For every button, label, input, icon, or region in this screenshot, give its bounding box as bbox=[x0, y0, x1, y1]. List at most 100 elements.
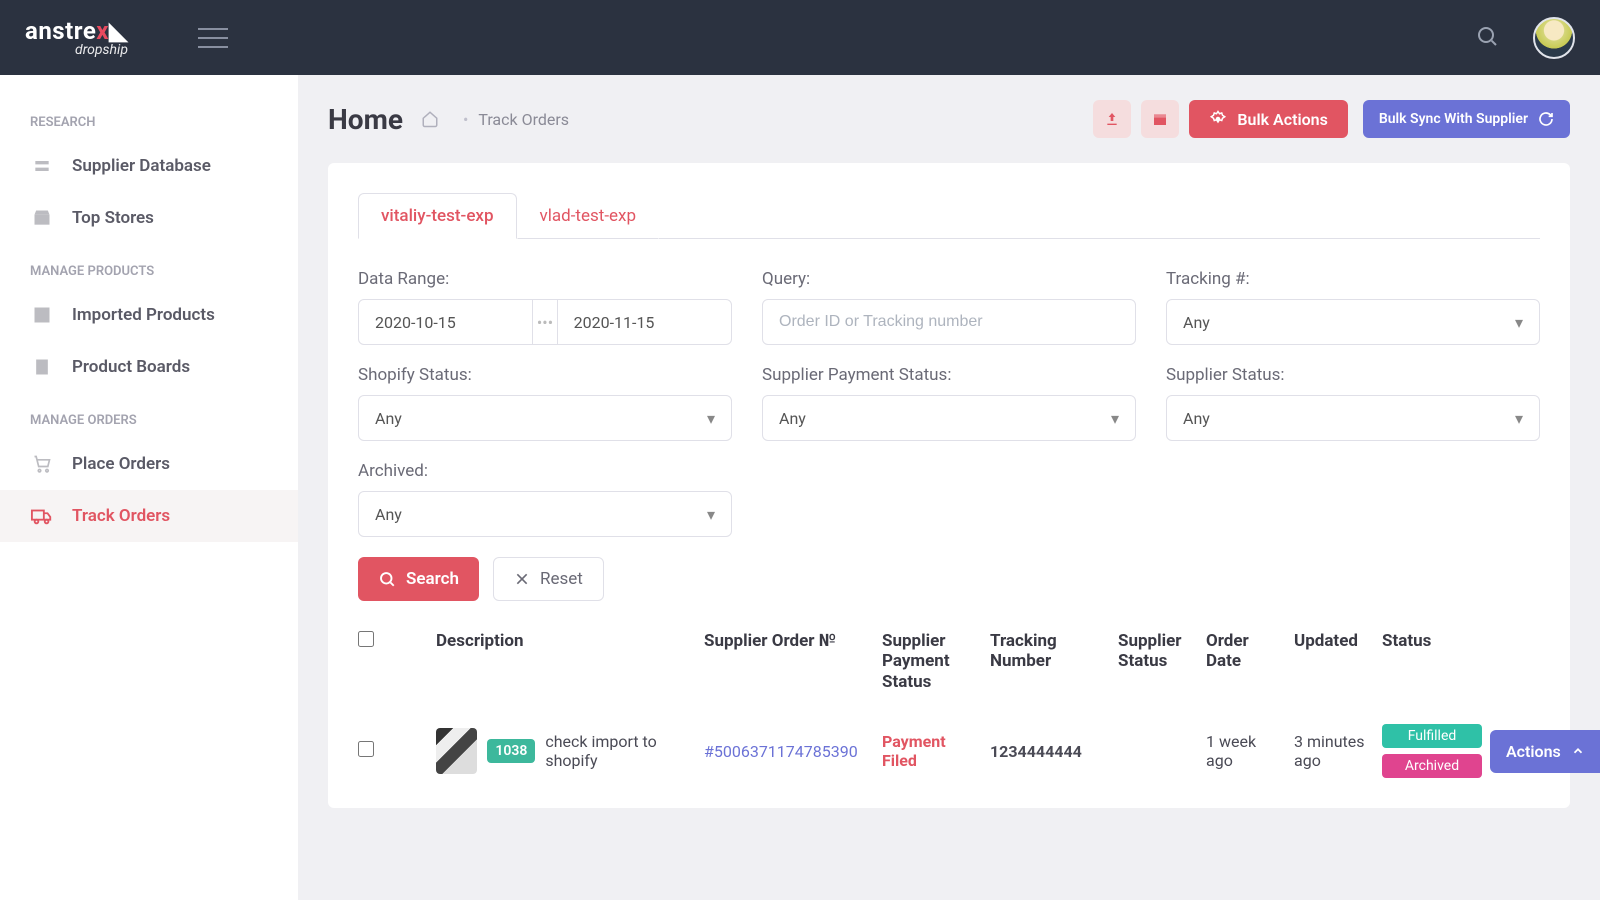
col-description: Description bbox=[436, 631, 696, 651]
status-fulfilled-badge: Fulfilled bbox=[1382, 724, 1482, 748]
col-supplier-status: Supplier Status bbox=[1118, 631, 1198, 672]
tab-vitaliy[interactable]: vitaliy-test-exp bbox=[358, 193, 517, 239]
tracking-select[interactable]: Any ▾ bbox=[1166, 299, 1540, 345]
import-icon bbox=[30, 303, 54, 327]
date-separator: ••• bbox=[533, 299, 556, 345]
table-header: Description Supplier Order № Supplier Pa… bbox=[358, 631, 1540, 710]
search-label: Search bbox=[406, 569, 459, 589]
app-header: anstrex◣ dropship bbox=[0, 0, 1600, 75]
brand-logo: anstrex◣ dropship bbox=[25, 19, 128, 57]
query-label: Query: bbox=[762, 269, 1136, 289]
breadcrumb: • Track Orders bbox=[421, 110, 569, 129]
search-button[interactable]: Search bbox=[358, 557, 479, 601]
database-icon bbox=[30, 154, 54, 178]
field-shopify-status: Shopify Status: Any ▾ bbox=[358, 365, 732, 441]
select-all-checkbox[interactable] bbox=[358, 631, 374, 647]
shopify-status-value: Any bbox=[375, 409, 402, 428]
sidebar-item-top-stores[interactable]: Top Stores bbox=[0, 192, 298, 244]
supplier-payment-label: Supplier Payment Status: bbox=[762, 365, 1136, 385]
shopify-status-select[interactable]: Any ▾ bbox=[358, 395, 732, 441]
field-date-range: Data Range: 2020-10-15 ••• 2020-11-15 bbox=[358, 269, 732, 345]
calendar-button[interactable] bbox=[1141, 100, 1179, 138]
archived-label: Archived: bbox=[358, 461, 732, 481]
date-to-input[interactable]: 2020-11-15 bbox=[557, 299, 732, 345]
reset-label: Reset bbox=[540, 569, 583, 589]
archived-select[interactable]: Any ▾ bbox=[358, 491, 732, 537]
chevron-down-icon: ▾ bbox=[1111, 409, 1119, 428]
search-icon bbox=[378, 570, 396, 588]
tab-vlad[interactable]: vlad-test-exp bbox=[517, 193, 660, 239]
sidebar-item-label: Imported Products bbox=[72, 305, 215, 325]
supplier-payment-value: Any bbox=[779, 409, 806, 428]
sidebar-item-label: Product Boards bbox=[72, 357, 190, 377]
tracking-number[interactable]: 1234444444 bbox=[990, 742, 1110, 761]
order-date-cell: 1 week ago bbox=[1206, 732, 1286, 770]
tracking-label: Tracking #: bbox=[1166, 269, 1540, 289]
field-tracking: Tracking #: Any ▾ bbox=[1166, 269, 1540, 345]
tracking-value: Any bbox=[1183, 313, 1210, 332]
updated-cell: 3 minutes ago bbox=[1294, 732, 1374, 770]
search-icon[interactable] bbox=[1475, 24, 1503, 52]
supplier-status-label: Supplier Status: bbox=[1166, 365, 1540, 385]
field-query: Query: bbox=[762, 269, 1136, 345]
sidebar-item-label: Place Orders bbox=[72, 454, 170, 474]
field-supplier-payment: Supplier Payment Status: Any ▾ bbox=[762, 365, 1136, 441]
supplier-payment-select[interactable]: Any ▾ bbox=[762, 395, 1136, 441]
store-icon bbox=[30, 206, 54, 230]
query-input[interactable] bbox=[762, 299, 1136, 345]
bulk-actions-label: Bulk Actions bbox=[1237, 110, 1327, 129]
sidebar-item-label: Top Stores bbox=[72, 208, 154, 228]
menu-toggle-button[interactable] bbox=[198, 28, 228, 48]
date-range-label: Data Range: bbox=[358, 269, 732, 289]
col-status: Status bbox=[1382, 631, 1482, 651]
sidebar-item-label: Track Orders bbox=[72, 506, 170, 526]
archived-value: Any bbox=[375, 505, 402, 524]
clipboard-icon bbox=[30, 355, 54, 379]
sidebar-item-track-orders[interactable]: Track Orders bbox=[0, 490, 298, 542]
reset-button[interactable]: Reset bbox=[493, 557, 604, 601]
chevron-down-icon: ▾ bbox=[707, 409, 715, 428]
cart-icon bbox=[30, 452, 54, 476]
sidebar-item-imported-products[interactable]: Imported Products bbox=[0, 289, 298, 341]
supplier-status-select[interactable]: Any ▾ bbox=[1166, 395, 1540, 441]
row-actions-button[interactable]: Actions bbox=[1490, 730, 1600, 773]
col-supplier-order: Supplier Order № bbox=[704, 631, 874, 651]
supplier-order-link[interactable]: #5006371174785390 bbox=[704, 742, 874, 761]
truck-icon bbox=[30, 504, 54, 528]
field-supplier-status: Supplier Status: Any ▾ bbox=[1166, 365, 1540, 441]
bulk-actions-button[interactable]: Bulk Actions bbox=[1189, 100, 1347, 138]
orders-table: Description Supplier Order № Supplier Pa… bbox=[358, 631, 1540, 778]
sidebar-item-supplier-database[interactable]: Supplier Database bbox=[0, 140, 298, 192]
bulk-sync-button[interactable]: Bulk Sync With Supplier bbox=[1363, 100, 1570, 138]
col-tracking-number: Tracking Number bbox=[990, 631, 1110, 672]
sidebar-section-products: MANAGE PRODUCTS bbox=[0, 244, 298, 289]
chevron-down-icon: ▾ bbox=[707, 505, 715, 524]
chevron-down-icon: ▾ bbox=[1515, 313, 1523, 332]
sidebar-item-place-orders[interactable]: Place Orders bbox=[0, 438, 298, 490]
main-content: Home • Track Orders Bulk Actions Bulk Sy… bbox=[298, 75, 1600, 900]
breadcrumb-current: Track Orders bbox=[478, 110, 569, 129]
filters-card: vitaliy-test-exp vlad-test-exp Data Rang… bbox=[328, 163, 1570, 808]
user-avatar[interactable] bbox=[1533, 17, 1575, 59]
payment-status: Payment Filed bbox=[882, 732, 982, 770]
page-title: Home bbox=[328, 103, 403, 136]
upload-button[interactable] bbox=[1093, 100, 1131, 138]
field-archived: Archived: Any ▾ bbox=[358, 461, 732, 537]
col-supplier-payment: Supplier Payment Status bbox=[882, 631, 982, 692]
col-order-date: Order Date bbox=[1206, 631, 1286, 672]
row-checkbox[interactable] bbox=[358, 741, 374, 757]
sidebar: RESEARCH Supplier Database Top Stores MA… bbox=[0, 75, 298, 900]
sidebar-item-product-boards[interactable]: Product Boards bbox=[0, 341, 298, 393]
order-id-badge: 1038 bbox=[487, 739, 535, 763]
home-icon[interactable] bbox=[421, 110, 439, 128]
logo-subtext: dropship bbox=[25, 43, 128, 57]
sync-icon bbox=[1538, 111, 1554, 127]
close-icon bbox=[514, 571, 530, 587]
sidebar-section-orders: MANAGE ORDERS bbox=[0, 393, 298, 438]
breadcrumb-separator: • bbox=[463, 110, 468, 129]
product-thumbnail bbox=[436, 728, 477, 774]
logo-text: anstrex◣ bbox=[25, 19, 128, 43]
status-archived-badge: Archived bbox=[1382, 754, 1482, 778]
date-from-input[interactable]: 2020-10-15 bbox=[358, 299, 533, 345]
supplier-status-value: Any bbox=[1183, 409, 1210, 428]
